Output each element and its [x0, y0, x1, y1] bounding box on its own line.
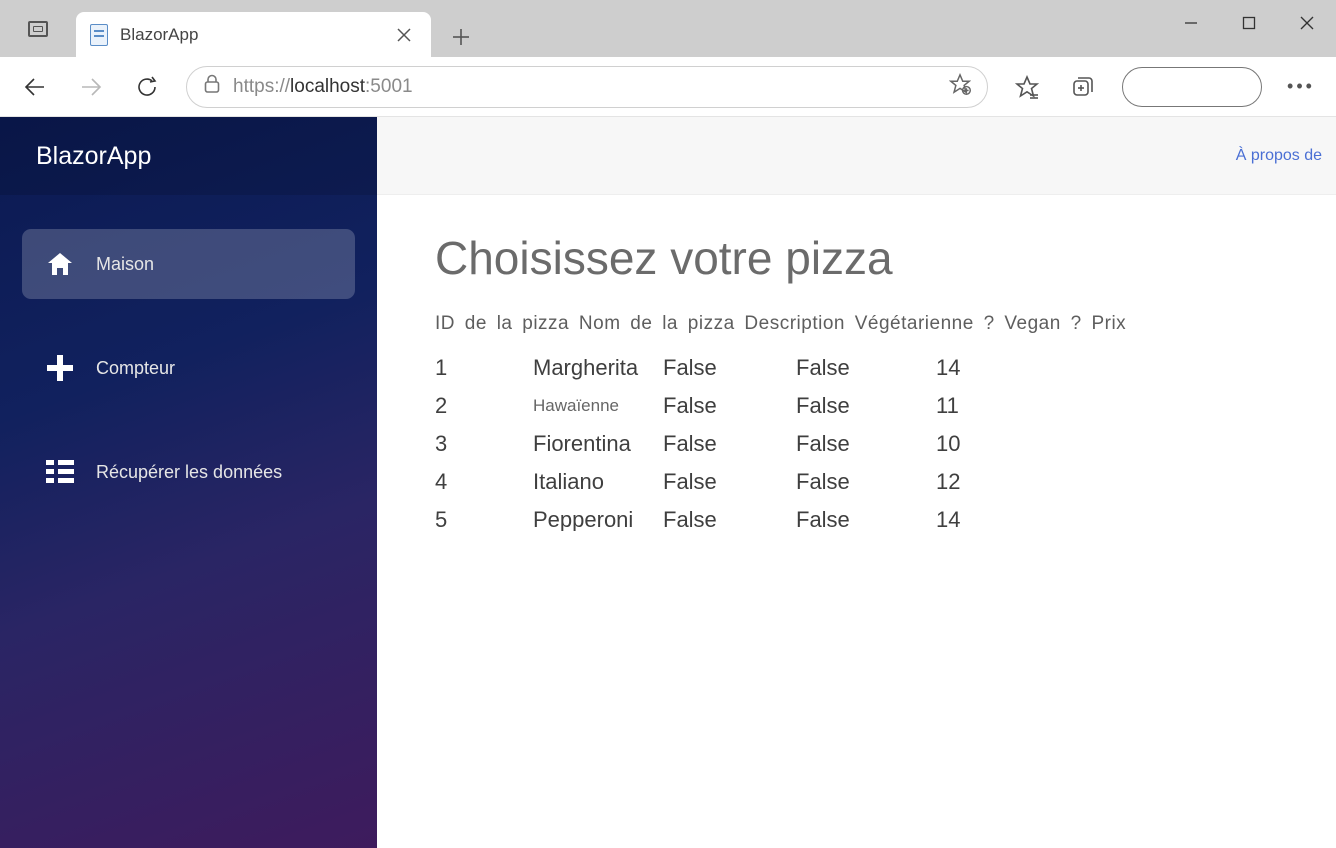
browser-toolbar: https://localhost:5001 ••• [0, 57, 1336, 117]
cell-id: 5 [435, 501, 533, 539]
about-link[interactable]: À propos de [1236, 147, 1322, 165]
tab-overview-icon [28, 21, 48, 37]
cell-veg: False [663, 501, 796, 539]
main: Choisissez votre pizza ID de la pizza No… [377, 195, 1336, 539]
cell-price: 14 [936, 349, 996, 387]
collections-button[interactable] [1066, 70, 1100, 104]
col-price: Prix [1091, 313, 1126, 334]
col-name: Nom de la pizza [579, 313, 735, 334]
cell-name: Hawaïenne [533, 387, 663, 425]
new-tab-button[interactable] [441, 17, 481, 57]
maximize-icon [1242, 16, 1256, 30]
page-title: Choisissez votre pizza [435, 231, 1336, 285]
cell-veg: False [663, 463, 796, 501]
nav-back-button[interactable] [18, 70, 52, 104]
content: À propos de Choisissez votre pizza ID de… [377, 117, 1336, 848]
table-header: ID de la pizza Nom de la pizza Descripti… [435, 313, 1336, 335]
browser-tab[interactable]: BlazorApp [76, 12, 431, 57]
sidebar-item-label: Maison [96, 254, 154, 275]
nav-refresh-button[interactable] [130, 70, 164, 104]
titlebar: BlazorApp [0, 0, 1336, 57]
collections-icon [1071, 75, 1095, 99]
cell-name: Italiano [533, 463, 663, 501]
sidebar-nav: Maison Compteur Récupérer les données [0, 195, 377, 507]
cell-name: Fiorentina [533, 425, 663, 463]
cell-id: 4 [435, 463, 533, 501]
arrow-right-icon [78, 74, 104, 100]
address-bar[interactable]: https://localhost:5001 [186, 66, 988, 108]
tab-close-button[interactable] [391, 22, 417, 48]
star-lines-icon [1015, 75, 1039, 99]
sidebar-item-label: Récupérer les données [96, 462, 282, 483]
sidebar-item-home[interactable]: Maison [22, 229, 355, 299]
url-host: localhost [290, 76, 365, 97]
lock-icon [203, 74, 221, 99]
profile-button[interactable] [1122, 67, 1262, 107]
top-strip: À propos de [377, 117, 1336, 195]
url-port: :5001 [365, 76, 413, 97]
brand-text: BlazorApp [36, 142, 151, 171]
cell-price: 12 [936, 463, 996, 501]
cell-id: 2 [435, 387, 533, 425]
col-vegan: Vegan ? [1004, 313, 1081, 334]
cell-vegan: False [796, 501, 936, 539]
close-icon [397, 28, 411, 42]
window-close-button[interactable] [1278, 0, 1336, 45]
url-text: https://localhost:5001 [233, 76, 413, 98]
table-row: 4ItalianoFalseFalse12 [435, 463, 996, 501]
window-controls [1162, 0, 1336, 45]
arrow-left-icon [22, 74, 48, 100]
window-minimize-button[interactable] [1162, 0, 1220, 45]
cell-veg: False [663, 349, 796, 387]
table-row: 1MargheritaFalseFalse14 [435, 349, 996, 387]
cell-veg: False [663, 387, 796, 425]
tab-overview-button[interactable] [0, 0, 76, 57]
sidebar: BlazorApp Maison Compteur Récupérer les … [0, 117, 377, 848]
cell-name: Margherita [533, 349, 663, 387]
refresh-icon [135, 75, 159, 99]
more-menu-button[interactable]: ••• [1284, 70, 1318, 104]
pizza-table: 1MargheritaFalseFalse142HawaïenneFalseFa… [435, 349, 996, 539]
plus-icon [452, 28, 470, 46]
window-maximize-button[interactable] [1220, 0, 1278, 45]
minimize-icon [1184, 16, 1198, 30]
cell-vegan: False [796, 463, 936, 501]
list-icon [46, 458, 74, 486]
cell-vegan: False [796, 387, 936, 425]
sidebar-item-label: Compteur [96, 358, 175, 379]
col-veg: Végétarienne ? [855, 313, 995, 334]
cell-name: Pepperoni [533, 501, 663, 539]
cell-price: 14 [936, 501, 996, 539]
cell-id: 1 [435, 349, 533, 387]
brand: BlazorApp [0, 117, 377, 195]
app: BlazorApp Maison Compteur Récupérer les … [0, 117, 1336, 848]
col-id: ID de la pizza [435, 313, 569, 334]
cell-vegan: False [796, 349, 936, 387]
tab-title: BlazorApp [120, 25, 379, 45]
cell-id: 3 [435, 425, 533, 463]
sidebar-item-fetchdata[interactable]: Récupérer les données [22, 437, 355, 507]
home-icon [46, 250, 74, 278]
close-icon [1300, 16, 1314, 30]
table-row: 3FiorentinaFalseFalse10 [435, 425, 996, 463]
cell-price: 11 [936, 387, 996, 425]
table-row: 2HawaïenneFalseFalse11 [435, 387, 996, 425]
table-row: 5PepperoniFalseFalse14 [435, 501, 996, 539]
nav-forward-button[interactable] [74, 70, 108, 104]
cell-vegan: False [796, 425, 936, 463]
sidebar-item-counter[interactable]: Compteur [22, 333, 355, 403]
star-plus-icon [949, 73, 971, 95]
cell-veg: False [663, 425, 796, 463]
cell-price: 10 [936, 425, 996, 463]
url-scheme: https:// [233, 76, 290, 97]
browser-chrome: BlazorApp https://loca [0, 0, 1336, 117]
add-favorite-button[interactable] [949, 73, 971, 100]
tab-favicon-icon [90, 24, 108, 46]
col-desc: Description [744, 313, 845, 334]
plus-icon [46, 354, 74, 382]
favorites-button[interactable] [1010, 70, 1044, 104]
